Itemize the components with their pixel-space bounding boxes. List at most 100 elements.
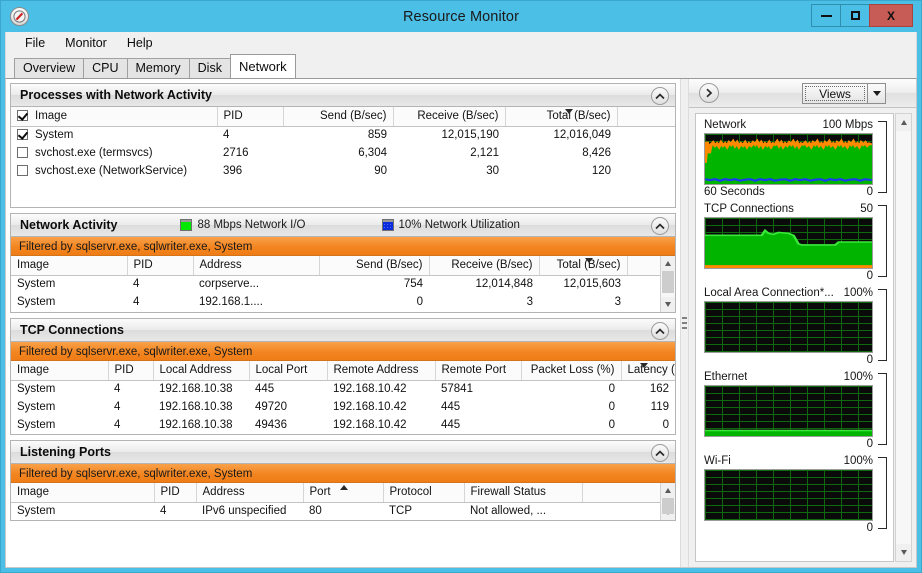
row-checkbox[interactable] [17, 129, 28, 141]
processes-col-pid[interactable]: PID [217, 107, 284, 127]
section-header-tcp-connections[interactable]: TCP Connections [10, 318, 676, 342]
table-row[interactable]: svchost.exe (NetworkService) 396 90 30 1… [11, 162, 675, 180]
cell-protocol: TCP [389, 505, 412, 518]
graph-tcp-svg [705, 228, 872, 268]
section-header-processes[interactable]: Processes with Network Activity [10, 83, 676, 107]
minimize-button[interactable] [811, 4, 841, 27]
graph-network-title: Network [704, 119, 747, 131]
scroll-track[interactable] [896, 131, 911, 544]
section-header-network-activity[interactable]: Network Activity 88 Mbps Network I/O 10%… [10, 213, 676, 237]
sort-descending-icon [584, 258, 593, 263]
menu-item-monitor[interactable]: Monitor [56, 34, 116, 52]
network-activity-table: Image PID Address Send (B/sec) Receive (… [11, 256, 660, 311]
scroll-up-button[interactable] [661, 256, 675, 271]
cell-pid: 4 [133, 296, 140, 308]
processes-col-total[interactable]: Total (B/sec) [505, 107, 618, 127]
cell-image: System [17, 278, 56, 291]
tcp-col-remote-port[interactable]: Remote Port [435, 361, 522, 381]
tcp-col-latency[interactable]: Latency (ms) [621, 361, 675, 381]
graph-network-labels: Network 100 Mbps [704, 118, 887, 133]
row-checkbox[interactable] [17, 165, 28, 176]
maximize-button[interactable] [840, 4, 870, 27]
table-row[interactable]: System 4 192.168.10.38 49720 192.168.10.… [11, 398, 675, 416]
processes-col-send[interactable]: Send (B/sec) [283, 107, 394, 127]
tab-cpu[interactable]: CPU [83, 58, 128, 78]
lp-col-protocol[interactable]: Protocol [383, 483, 465, 503]
lp-col-port[interactable]: Port [303, 483, 384, 503]
collapse-tcp-connections-chevron-up-icon[interactable] [651, 322, 669, 340]
minimize-icon [820, 14, 832, 17]
scroll-down-button[interactable] [896, 544, 911, 561]
table-row[interactable]: System 4 corpserve... 754 12,014,848 12,… [11, 275, 660, 293]
tcp-col-image[interactable]: Image [11, 361, 109, 381]
row-checkbox[interactable] [17, 147, 28, 158]
cell-remote-port: 445 [441, 419, 461, 431]
resource-monitor-window: Resource Monitor X File Monitor Help Ove… [0, 0, 922, 573]
collapse-processes-chevron-up-icon[interactable] [651, 87, 669, 105]
table-row[interactable]: System 4 192.168.10.38 49436 192.168.10.… [11, 416, 675, 434]
views-button[interactable]: Views [802, 83, 868, 104]
listening-ports-table: Image PID Address Port Protocol Firewall… [11, 483, 660, 520]
na-col-send[interactable]: Send (B/sec) [319, 256, 430, 276]
section-header-listening-ports[interactable]: Listening Ports [10, 440, 676, 464]
lp-col-pid[interactable]: PID [154, 483, 197, 503]
views-dropdown-button[interactable] [868, 83, 886, 104]
scroll-thumb[interactable] [662, 271, 674, 293]
na-col-address[interactable]: Address [193, 256, 320, 276]
na-col-image[interactable]: Image [11, 256, 128, 276]
menu-item-help[interactable]: Help [118, 34, 162, 52]
tab-memory[interactable]: Memory [126, 58, 190, 78]
chevron-up-icon [900, 120, 907, 125]
na-col-pid[interactable]: PID [127, 256, 194, 276]
expand-chevron-right-icon[interactable] [699, 83, 719, 103]
cell-local-address: 192.168.10.38 [159, 419, 233, 431]
scroll-up-button[interactable] [896, 114, 911, 131]
tcp-col-local-address[interactable]: Local Address [153, 361, 250, 381]
table-row[interactable]: System 4 859 12,015,190 12,016,049 [11, 126, 675, 144]
close-button[interactable]: X [869, 4, 913, 27]
cell-latency: 119 [650, 401, 669, 413]
tab-disk[interactable]: Disk [188, 58, 231, 78]
tcp-col-pid[interactable]: PID [108, 361, 154, 381]
menu-item-file[interactable]: File [16, 34, 54, 52]
collapse-listening-ports-chevron-up-icon[interactable] [651, 444, 669, 462]
table-row[interactable]: System 4 192.168.10.38 445 192.168.10.42… [11, 380, 675, 398]
graph-wifi-scale-min: 0 [866, 522, 873, 534]
cell-send: 90 [374, 165, 387, 177]
na-col-total[interactable]: Total (B/sec) [539, 256, 628, 276]
scroll-up-button[interactable] [661, 483, 675, 498]
listening-ports-scrollbar[interactable] [660, 483, 675, 520]
tab-network[interactable]: Network [229, 54, 296, 78]
cell-remote-port: 445 [441, 401, 461, 413]
graph-ethernet: Ethernet 100% 0 [704, 370, 887, 452]
tab-overview[interactable]: Overview [14, 58, 85, 78]
graph-tcp-footer: 0 [704, 269, 887, 284]
pane-splitter[interactable] [680, 79, 689, 567]
scroll-down-button[interactable] [661, 297, 675, 312]
section-title-listening-ports: Listening Ports [20, 445, 111, 459]
lp-col-address[interactable]: Address [196, 483, 304, 503]
graph-wifi-title: Wi-Fi [704, 455, 731, 467]
scroll-track[interactable] [661, 271, 675, 297]
tcp-col-packet-loss[interactable]: Packet Loss (%) [521, 361, 622, 381]
right-pane-scrollbar[interactable] [895, 113, 912, 562]
cell-total: 3 [614, 296, 621, 308]
network-activity-scrollbar[interactable] [660, 256, 675, 312]
graph-tcp-labels: TCP Connections 50 [704, 202, 887, 217]
processes-col-receive[interactable]: Receive (B/sec) [393, 107, 506, 127]
graph-lac-scale-min: 0 [866, 354, 873, 366]
tcp-col-remote-address[interactable]: Remote Address [327, 361, 436, 381]
scroll-track[interactable] [661, 498, 675, 514]
tcp-col-local-port[interactable]: Local Port [249, 361, 328, 381]
select-all-checkbox[interactable] [17, 110, 28, 122]
lp-col-image[interactable]: Image [11, 483, 155, 503]
processes-col-image[interactable]: Image [11, 107, 218, 127]
table-row[interactable]: svchost.exe (termsvcs) 2716 6,304 2,121 … [11, 144, 675, 162]
scroll-thumb[interactable] [662, 498, 674, 514]
table-row[interactable]: System 4 IPv6 unspecified 80 TCP Not all… [11, 502, 660, 520]
collapse-network-activity-chevron-up-icon[interactable] [651, 217, 669, 235]
cell-packet-loss: 0 [608, 383, 615, 396]
table-row[interactable]: System 4 192.168.1.... 0 3 3 [11, 293, 660, 311]
lp-col-firewall[interactable]: Firewall Status [464, 483, 583, 503]
na-col-receive[interactable]: Receive (B/sec) [429, 256, 540, 276]
